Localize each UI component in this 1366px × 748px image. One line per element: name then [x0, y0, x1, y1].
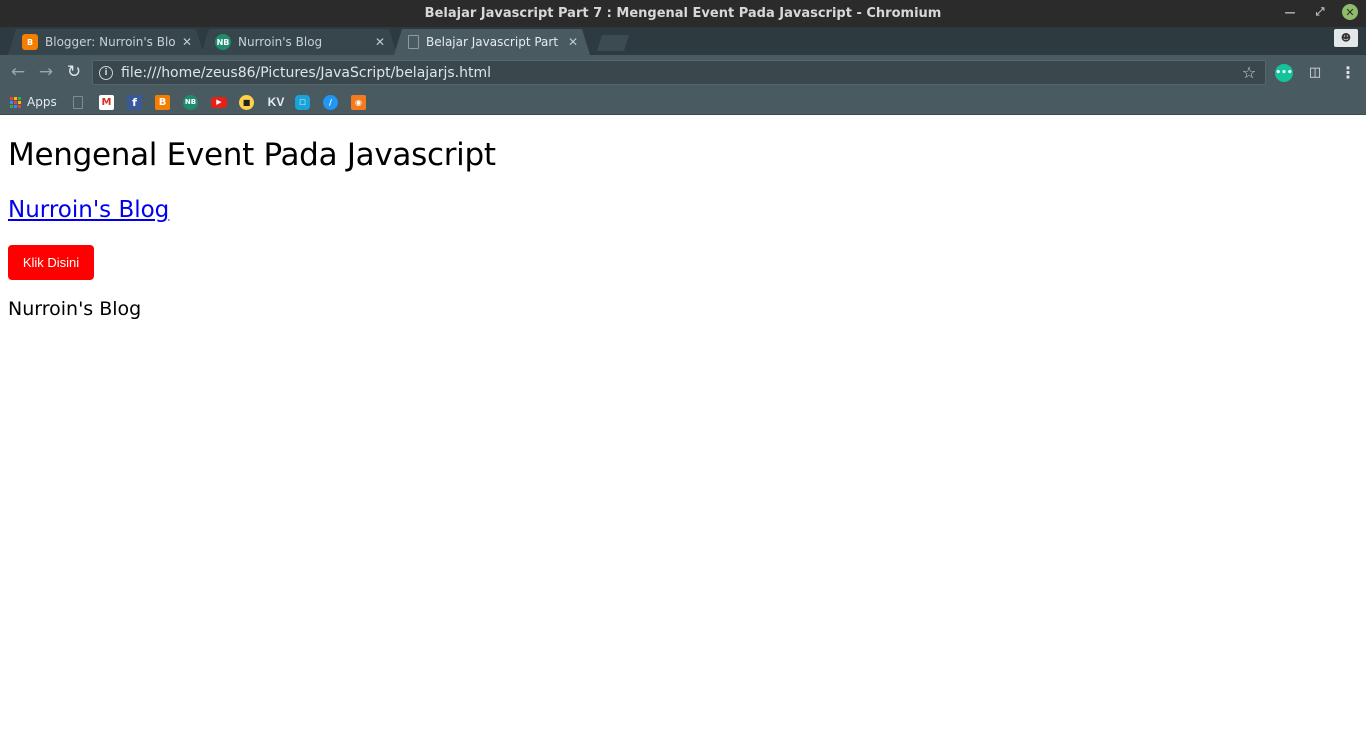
- apps-grid-icon: [10, 96, 21, 108]
- klik-disini-button[interactable]: Klik Disini: [8, 245, 94, 280]
- nurroins-blog-link[interactable]: Nurroin's Blog: [8, 197, 169, 223]
- close-window-icon[interactable]: ✕: [1342, 4, 1358, 20]
- info-icon[interactable]: i: [99, 65, 113, 80]
- menu-dots-icon[interactable]: ⋮: [1339, 63, 1357, 82]
- forward-arrow-icon[interactable]: →: [36, 62, 56, 82]
- window-title: Belajar Javascript Part 7 : Mengenal Eve…: [424, 6, 942, 21]
- bookmark-item[interactable]: B: [155, 94, 170, 110]
- bookmarks-bar: Apps M f B NB ▶ ■ KV □ ∕ ◉: [0, 89, 1366, 115]
- profile-icon[interactable]: ☻: [1334, 29, 1358, 47]
- tab-close-icon[interactable]: ✕: [180, 35, 194, 49]
- window-titlebar: Belajar Javascript Part 7 : Mengenal Eve…: [0, 0, 1366, 27]
- new-tab-button[interactable]: [597, 35, 629, 51]
- nb-icon: NB: [215, 34, 231, 50]
- tab-label: Blogger: Nurroin's Blog: [45, 35, 176, 49]
- tab-label: Belajar Javascript Part 7: [426, 35, 562, 49]
- blogger-icon: B: [155, 94, 170, 110]
- facebook-icon: f: [127, 94, 142, 110]
- bookmark-item[interactable]: M: [99, 94, 114, 110]
- bookmark-item[interactable]: NB: [183, 94, 198, 110]
- document-icon: [408, 35, 419, 49]
- nb-icon: NB: [183, 94, 198, 110]
- page-content: Mengenal Event Pada Javascript Nurroin's…: [0, 116, 1366, 748]
- youtube-icon: ▶: [211, 96, 227, 108]
- bookmark-star-icon[interactable]: ☆: [1239, 63, 1259, 82]
- tab-blogger[interactable]: B Blogger: Nurroin's Blog ✕: [8, 29, 204, 55]
- bookmark-apps[interactable]: Apps: [10, 94, 57, 110]
- bookmark-item[interactable]: f: [127, 94, 142, 110]
- tab-strip: B Blogger: Nurroin's Blog ✕ NB Nurroin's…: [0, 27, 1366, 55]
- gmail-icon: M: [99, 94, 114, 110]
- tab-belajar-javascript[interactable]: Belajar Javascript Part 7 ✕: [394, 29, 590, 55]
- minimize-icon[interactable]: —: [1282, 4, 1298, 20]
- result-text: Nurroin's Blog: [8, 298, 142, 320]
- tab-label: Nurroin's Blog: [238, 35, 323, 49]
- square-blue-icon: □: [295, 94, 310, 110]
- reload-icon[interactable]: ↻: [64, 62, 84, 82]
- tab-close-icon[interactable]: ✕: [566, 35, 580, 49]
- page-heading: Mengenal Event Pada Javascript: [8, 137, 496, 173]
- browser-toolbar: ← → ↻ i ☆ ••• ◫ ⋮: [0, 55, 1366, 89]
- blogger-icon: B: [22, 34, 38, 50]
- bookmark-item[interactable]: KV: [267, 94, 285, 110]
- orange-badge-icon: ◉: [351, 94, 366, 110]
- bookmark-item[interactable]: ▶: [211, 94, 227, 110]
- bookmark-item[interactable]: ◉: [351, 94, 366, 110]
- grammarly-extension-icon[interactable]: •••: [1275, 64, 1293, 82]
- url-input[interactable]: [121, 64, 1239, 81]
- kv-icon: KV: [267, 95, 285, 109]
- bookmark-item[interactable]: [73, 94, 83, 110]
- maximize-icon[interactable]: ⤢: [1312, 4, 1328, 20]
- bookmark-item[interactable]: □: [295, 94, 310, 110]
- bookmark-item[interactable]: ■: [239, 94, 254, 110]
- extension-box-icon[interactable]: ◫: [1306, 63, 1324, 81]
- ninja-icon: ■: [239, 94, 254, 110]
- apps-label: Apps: [27, 95, 57, 109]
- bookmark-item[interactable]: ∕: [323, 94, 338, 110]
- address-bar[interactable]: i ☆: [92, 60, 1266, 85]
- window-controls: — ⤢ ✕: [1282, 4, 1358, 20]
- back-arrow-icon[interactable]: ←: [8, 62, 28, 82]
- document-icon: [73, 95, 83, 109]
- tab-nurroins-blog[interactable]: NB Nurroin's Blog ✕: [201, 29, 397, 55]
- tab-close-icon[interactable]: ✕: [373, 35, 387, 49]
- code-icon: ∕: [323, 94, 338, 110]
